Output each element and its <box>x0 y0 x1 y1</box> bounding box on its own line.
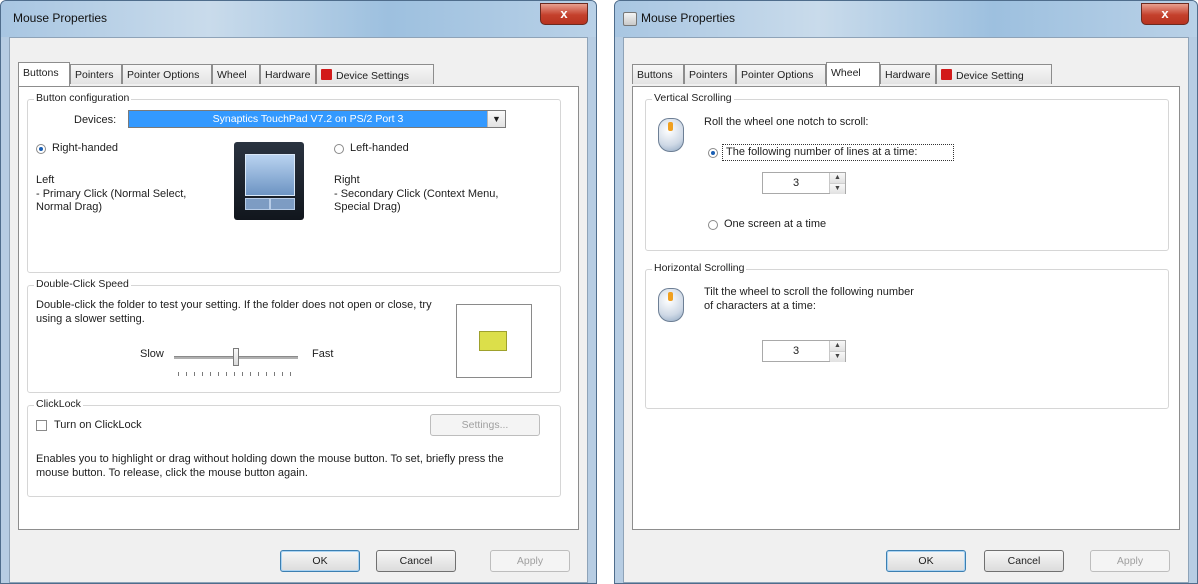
tab-pointers[interactable]: Pointers <box>684 64 736 84</box>
button-configuration-group: Button configuration Devices: Synaptics … <box>27 92 561 273</box>
spinner-buttons: ▲ ▼ <box>829 341 845 362</box>
cancel-button[interactable]: Cancel <box>376 550 456 572</box>
close-button[interactable]: x <box>1141 3 1189 25</box>
mouse-properties-window-buttons: Mouse Properties x Buttons Pointers Poin… <box>0 0 597 584</box>
group-label: Vertical Scrolling <box>652 92 734 104</box>
one-screen-label[interactable]: One screen at a time <box>724 218 826 230</box>
horizontal-instruction-line1: Tilt the wheel to scroll the following n… <box>704 286 914 298</box>
touchpad-right-button <box>270 198 295 210</box>
slider-ticks <box>178 372 296 376</box>
touchpad-left-button <box>245 198 270 210</box>
touchpad-surface <box>245 154 295 196</box>
one-screen-radio[interactable] <box>708 220 718 230</box>
double-click-speed-group: Double-Click Speed Double-click the fold… <box>27 278 561 393</box>
spinner-down-icon[interactable]: ▼ <box>830 352 845 362</box>
tab-device-settings-label: Device Settings <box>336 70 409 82</box>
touchpad-illustration <box>234 142 304 220</box>
clicklock-checkbox-label[interactable]: Turn on ClickLock <box>54 419 142 431</box>
apply-button[interactable]: Apply <box>490 550 570 572</box>
tab-hardware[interactable]: Hardware <box>260 64 316 84</box>
window-title: Mouse Properties <box>641 11 736 25</box>
spinner-down-icon[interactable]: ▼ <box>830 184 845 194</box>
tab-page-wheel: Vertical Scrolling Roll the wheel one no… <box>632 86 1180 530</box>
left-button-description: - Primary Click (Normal Select, Normal D… <box>36 188 187 213</box>
devices-dropdown[interactable]: Synaptics TouchPad V7.2 on PS/2 Port 3 ▼ <box>128 110 506 128</box>
group-label: ClickLock <box>34 398 83 410</box>
group-label: Double-Click Speed <box>34 278 131 290</box>
tab-buttons[interactable]: Buttons <box>632 64 684 84</box>
tab-pointers[interactable]: Pointers <box>70 64 122 84</box>
right-button-title: Right <box>334 174 360 186</box>
double-click-speed-slider-thumb[interactable] <box>233 348 239 366</box>
left-button-title: Left <box>36 174 55 186</box>
group-label: Button configuration <box>34 92 132 104</box>
vertical-scrolling-group: Vertical Scrolling Roll the wheel one no… <box>645 92 1169 251</box>
devices-dropdown-value: Synaptics TouchPad V7.2 on PS/2 Port 3 <box>129 111 487 127</box>
characters-spinner-value[interactable]: 3 <box>763 341 829 361</box>
lines-spinner[interactable]: 3 ▲ ▼ <box>762 172 846 194</box>
horizontal-instruction-line2: of characters at a time: <box>704 300 816 312</box>
tab-wheel[interactable]: Wheel <box>826 62 880 86</box>
left-handed-label[interactable]: Left-handed <box>350 142 409 154</box>
tab-buttons[interactable]: Buttons <box>18 62 70 86</box>
ok-button[interactable]: OK <box>886 550 966 572</box>
title-bar[interactable]: Mouse Properties x <box>615 1 1197 37</box>
tab-pointer-options[interactable]: Pointer Options <box>736 64 826 84</box>
vertical-instruction: Roll the wheel one notch to scroll: <box>704 116 869 128</box>
tab-wheel[interactable]: Wheel <box>212 64 260 84</box>
close-button[interactable]: x <box>540 3 588 25</box>
double-click-test-area[interactable] <box>456 304 532 378</box>
right-handed-label[interactable]: Right-handed <box>52 142 118 154</box>
chevron-down-icon[interactable]: ▼ <box>487 111 505 127</box>
dialog-client-area: Buttons Pointers Pointer Options Wheel H… <box>623 37 1189 583</box>
tab-page-buttons: Button configuration Devices: Synaptics … <box>18 86 579 530</box>
mouse-properties-window-wheel: Mouse Properties x Buttons Pointers Poin… <box>614 0 1198 584</box>
lines-at-a-time-radio[interactable] <box>708 148 718 158</box>
tab-device-settings[interactable]: Device Settings <box>316 64 434 84</box>
horizontal-scrolling-group: Horizontal Scrolling Tilt the wheel to s… <box>645 262 1169 409</box>
double-click-description: Double-click the folder to test your set… <box>36 299 432 325</box>
spinner-up-icon[interactable]: ▲ <box>830 173 845 184</box>
device-settings-icon <box>321 69 332 80</box>
left-handed-radio[interactable] <box>334 144 344 154</box>
group-label: Horizontal Scrolling <box>652 262 747 274</box>
characters-spinner[interactable]: 3 ▲ ▼ <box>762 340 846 362</box>
dialog-client-area: Buttons Pointers Pointer Options Wheel H… <box>9 37 588 583</box>
tab-pointer-options[interactable]: Pointer Options <box>122 64 212 84</box>
mouse-wheel-icon <box>658 118 684 152</box>
lines-spinner-value[interactable]: 3 <box>763 173 829 193</box>
tab-hardware[interactable]: Hardware <box>880 64 936 84</box>
focus-rectangle <box>722 144 954 161</box>
right-button-description: - Secondary Click (Context Menu, Special… <box>334 188 499 213</box>
tab-device-settings[interactable]: Device Setting <box>936 64 1052 84</box>
tab-device-settings-label: Device Setting <box>956 70 1024 82</box>
device-settings-icon <box>941 69 952 80</box>
right-handed-radio[interactable] <box>36 144 46 154</box>
slider-slow-label: Slow <box>140 348 164 360</box>
devices-label: Devices: <box>74 114 117 126</box>
title-bar[interactable]: Mouse Properties x <box>1 1 596 37</box>
slider-fast-label: Fast <box>312 348 334 360</box>
ok-button[interactable]: OK <box>280 550 360 572</box>
clicklock-group: ClickLock Turn on ClickLock Settings... … <box>27 398 561 497</box>
clicklock-settings-button[interactable]: Settings... <box>430 414 540 436</box>
mouse-icon <box>623 12 637 26</box>
clicklock-checkbox[interactable] <box>36 420 47 431</box>
spinner-up-icon[interactable]: ▲ <box>830 341 845 352</box>
window-title: Mouse Properties <box>13 11 108 25</box>
folder-icon[interactable] <box>479 331 507 351</box>
cancel-button[interactable]: Cancel <box>984 550 1064 572</box>
clicklock-description: Enables you to highlight or drag without… <box>36 453 504 479</box>
apply-button[interactable]: Apply <box>1090 550 1170 572</box>
mouse-tilt-wheel-icon <box>658 288 684 322</box>
spinner-buttons: ▲ ▼ <box>829 173 845 194</box>
